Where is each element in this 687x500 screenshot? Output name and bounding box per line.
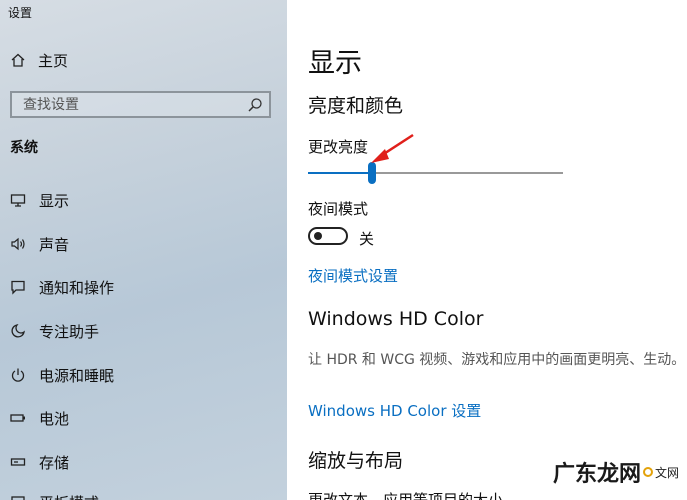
scale-text-label: 更改文本、应用等项目的大小 xyxy=(308,491,504,500)
page-title: 显示 xyxy=(308,48,362,79)
brightness-section-title: 亮度和颜色 xyxy=(308,95,404,117)
brightness-label: 更改亮度 xyxy=(308,138,369,156)
sidebar-home-label: 主页 xyxy=(38,51,69,70)
night-light-settings-link[interactable]: 夜间模式设置 xyxy=(308,265,398,286)
main-content: 显示 亮度和颜色 更改亮度 夜间模式 关 夜间模式设置 Windows HD C… xyxy=(287,0,687,500)
toggle-knob xyxy=(314,232,322,240)
sidebar-item-label: 电池 xyxy=(39,409,70,428)
sidebar-item-label: 显示 xyxy=(39,191,70,210)
sidebar-item-display[interactable]: 显示 xyxy=(9,188,69,212)
sidebar-item-focus-assist[interactable]: 专注助手 xyxy=(9,319,99,343)
sidebar-item-tablet-mode[interactable]: 平板模式 xyxy=(9,490,99,500)
moon-icon xyxy=(9,322,27,340)
sidebar-home[interactable]: 主页 xyxy=(10,50,68,70)
hd-color-title: Windows HD Color xyxy=(308,308,484,330)
night-light-state: 关 xyxy=(359,230,375,248)
search-input[interactable] xyxy=(23,96,243,113)
watermark: 广东龙网 文网 xyxy=(553,456,679,488)
watermark-text: 广东龙网 xyxy=(553,462,642,487)
night-light-toggle[interactable] xyxy=(308,227,348,245)
sidebar-item-sound[interactable]: 声音 xyxy=(9,232,69,256)
scale-layout-title: 缩放与布局 xyxy=(308,450,404,472)
hd-color-description: 让 HDR 和 WCG 视频、游戏和应用中的画面更明亮、生动。 xyxy=(308,352,686,368)
slider-fill xyxy=(308,172,372,174)
sidebar-section-header: 系统 xyxy=(10,140,38,156)
speaker-icon xyxy=(9,235,27,253)
sidebar-item-label: 通知和操作 xyxy=(39,278,115,297)
sidebar-item-power-sleep[interactable]: 电源和睡眠 xyxy=(9,363,114,387)
sidebar-item-battery[interactable]: 电池 xyxy=(9,406,69,430)
red-arrow-annotation xyxy=(367,127,427,167)
home-icon xyxy=(10,52,26,68)
power-icon xyxy=(9,366,27,384)
search-icon[interactable] xyxy=(247,97,263,113)
sidebar-item-label: 电源和睡眠 xyxy=(39,366,115,385)
monitor-icon xyxy=(9,191,27,209)
tablet-icon xyxy=(9,493,27,500)
storage-icon xyxy=(9,453,27,471)
sidebar-item-label: 平板模式 xyxy=(39,492,99,500)
night-light-label: 夜间模式 xyxy=(308,200,369,218)
watermark-logo-icon xyxy=(643,467,654,477)
hd-color-settings-link[interactable]: Windows HD Color 设置 xyxy=(308,400,481,421)
window-title: 设置 xyxy=(8,6,33,20)
sidebar-item-label: 声音 xyxy=(39,235,70,254)
sidebar-item-storage[interactable]: 存储 xyxy=(9,450,69,474)
sidebar-item-label: 专注助手 xyxy=(39,322,100,341)
sidebar-item-notifications[interactable]: 通知和操作 xyxy=(9,275,114,299)
search-box[interactable] xyxy=(10,91,271,118)
sidebar: 设置 主页 系统 显示 声音 通知和操作 xyxy=(0,0,287,500)
sidebar-item-label: 存储 xyxy=(39,453,70,472)
watermark-tail: 文网 xyxy=(655,465,680,480)
brightness-slider[interactable] xyxy=(308,162,563,184)
notification-icon xyxy=(9,278,27,296)
battery-icon xyxy=(9,409,27,427)
